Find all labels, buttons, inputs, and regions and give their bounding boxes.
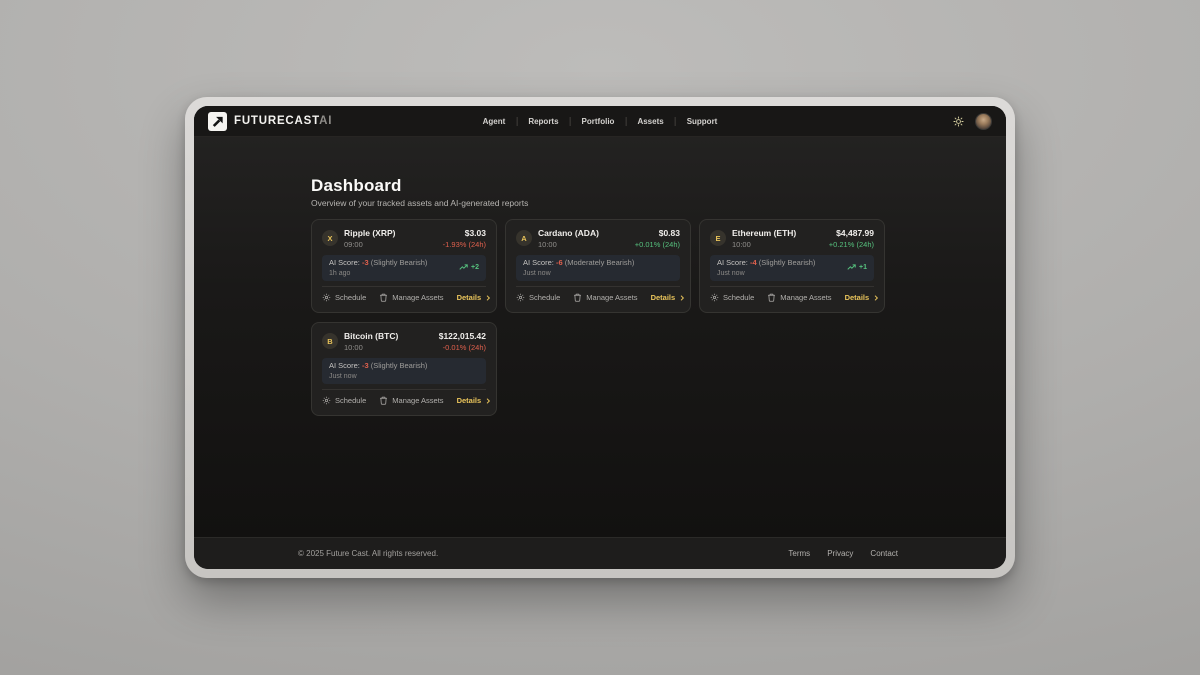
trash-icon bbox=[573, 293, 582, 302]
footer-link-contact[interactable]: Contact bbox=[870, 549, 898, 558]
top-bar: FUTURECASTAI Agent Reports Portfolio Ass… bbox=[194, 106, 1006, 137]
score-trend-badge: +2 bbox=[459, 263, 479, 272]
manage-assets-button[interactable]: Manage Assets bbox=[379, 396, 443, 405]
ai-score-updated: Just now bbox=[717, 270, 815, 277]
ai-score-label: AI Score: bbox=[523, 258, 554, 267]
asset-time: 10:00 bbox=[538, 240, 599, 249]
ai-score-label: AI Score: bbox=[329, 258, 360, 267]
ai-score-label: AI Score: bbox=[717, 258, 748, 267]
app-window: FUTURECASTAI Agent Reports Portfolio Ass… bbox=[185, 97, 1015, 578]
asset-card-bitcoin: B Bitcoin (BTC) 10:00 $122,015.42 -0.01%… bbox=[311, 322, 497, 416]
trash-icon bbox=[379, 396, 388, 405]
main-nav: Agent Reports Portfolio Assets Support bbox=[472, 106, 729, 136]
asset-name: Ripple (XRP) bbox=[344, 229, 395, 238]
app-screen: FUTURECASTAI Agent Reports Portfolio Ass… bbox=[194, 106, 1006, 569]
asset-name: Ethereum (ETH) bbox=[732, 229, 796, 238]
score-trend-badge: +1 bbox=[847, 263, 867, 272]
asset-name: Cardano (ADA) bbox=[538, 229, 599, 238]
gear-icon bbox=[322, 396, 331, 405]
ai-score-box: AI Score: -3 (Slightly Bearish) Just now bbox=[322, 358, 486, 384]
footer-link-terms[interactable]: Terms bbox=[788, 549, 810, 558]
ai-score-descriptor: (Slightly Bearish) bbox=[371, 258, 428, 267]
schedule-button[interactable]: Schedule bbox=[322, 396, 366, 405]
brand-name: FUTURECASTAI bbox=[234, 115, 332, 127]
ai-score-updated: Just now bbox=[523, 270, 634, 277]
asset-price: $122,015.42 bbox=[439, 332, 486, 341]
nav-item-portfolio[interactable]: Portfolio bbox=[571, 117, 626, 126]
nav-item-agent[interactable]: Agent bbox=[472, 117, 517, 126]
asset-price: $4,487.99 bbox=[829, 229, 874, 238]
ai-score-updated: Just now bbox=[329, 373, 427, 380]
ai-score-label: AI Score: bbox=[329, 361, 360, 370]
asset-change: +0.01% (24h) bbox=[635, 240, 680, 249]
ai-score-value: -3 bbox=[362, 258, 369, 267]
asset-card-ripple: X Ripple (XRP) 09:00 $3.03 -1.93% (24h) bbox=[311, 219, 497, 313]
details-button[interactable]: Details bbox=[457, 396, 493, 405]
chevron-right-icon bbox=[678, 294, 686, 302]
ai-score-descriptor: (Slightly Bearish) bbox=[371, 361, 428, 370]
manage-assets-button[interactable]: Manage Assets bbox=[573, 293, 637, 302]
asset-name: Bitcoin (BTC) bbox=[344, 332, 398, 341]
asset-card-ethereum: E Ethereum (ETH) 10:00 $4,487.99 +0.21% … bbox=[699, 219, 885, 313]
asset-initial-badge: B bbox=[322, 333, 338, 349]
ai-score-updated: 1h ago bbox=[329, 270, 427, 277]
schedule-button[interactable]: Schedule bbox=[322, 293, 366, 302]
footer-links: Terms Privacy Contact bbox=[788, 549, 898, 558]
nav-item-reports[interactable]: Reports bbox=[517, 117, 569, 126]
asset-initial-badge: X bbox=[322, 230, 338, 246]
schedule-button[interactable]: Schedule bbox=[516, 293, 560, 302]
ai-score-descriptor: (Slightly Bearish) bbox=[759, 258, 816, 267]
manage-assets-button[interactable]: Manage Assets bbox=[767, 293, 831, 302]
manage-assets-button[interactable]: Manage Assets bbox=[379, 293, 443, 302]
asset-card-grid: X Ripple (XRP) 09:00 $3.03 -1.93% (24h) bbox=[311, 219, 885, 416]
ai-score-box: AI Score: -6 (Moderately Bearish) Just n… bbox=[516, 255, 680, 281]
details-button[interactable]: Details bbox=[845, 293, 881, 302]
asset-price: $0.83 bbox=[635, 229, 680, 238]
main-content: Dashboard Overview of your tracked asset… bbox=[194, 137, 1006, 537]
ai-score-box: AI Score: -3 (Slightly Bearish) 1h ago +… bbox=[322, 255, 486, 281]
ai-score-box: AI Score: -4 (Slightly Bearish) Just now… bbox=[710, 255, 874, 281]
asset-time: 09:00 bbox=[344, 240, 395, 249]
nav-item-support[interactable]: Support bbox=[676, 117, 729, 126]
ai-score-descriptor: (Moderately Bearish) bbox=[565, 258, 635, 267]
details-button[interactable]: Details bbox=[651, 293, 687, 302]
copyright-text: © 2025 Future Cast. All rights reserved. bbox=[298, 549, 438, 558]
schedule-button[interactable]: Schedule bbox=[710, 293, 754, 302]
footer: © 2025 Future Cast. All rights reserved.… bbox=[194, 537, 1006, 569]
ai-score-value: -3 bbox=[362, 361, 369, 370]
asset-time: 10:00 bbox=[344, 343, 398, 352]
trash-icon bbox=[767, 293, 776, 302]
details-button[interactable]: Details bbox=[457, 293, 493, 302]
trending-up-icon bbox=[459, 263, 468, 272]
trash-icon bbox=[379, 293, 388, 302]
brand[interactable]: FUTURECASTAI bbox=[208, 112, 332, 131]
gear-icon bbox=[516, 293, 525, 302]
trending-up-icon bbox=[847, 263, 856, 272]
page-subtitle: Overview of your tracked assets and AI-g… bbox=[311, 198, 885, 208]
asset-price: $3.03 bbox=[443, 229, 486, 238]
page-title: Dashboard bbox=[311, 177, 885, 194]
gear-icon bbox=[322, 293, 331, 302]
asset-initial-badge: E bbox=[710, 230, 726, 246]
chevron-right-icon bbox=[484, 294, 492, 302]
asset-card-cardano: A Cardano (ADA) 10:00 $0.83 +0.01% (24h) bbox=[505, 219, 691, 313]
user-avatar[interactable] bbox=[975, 113, 992, 130]
asset-time: 10:00 bbox=[732, 240, 796, 249]
top-bar-right bbox=[953, 113, 992, 130]
asset-change: +0.21% (24h) bbox=[829, 240, 874, 249]
ai-score-value: -6 bbox=[556, 258, 563, 267]
asset-change: -0.01% (24h) bbox=[439, 343, 486, 352]
chevron-right-icon bbox=[872, 294, 880, 302]
chevron-right-icon bbox=[484, 397, 492, 405]
ai-score-value: -4 bbox=[750, 258, 757, 267]
asset-initial-badge: A bbox=[516, 230, 532, 246]
gear-icon bbox=[710, 293, 719, 302]
asset-change: -1.93% (24h) bbox=[443, 240, 486, 249]
nav-item-assets[interactable]: Assets bbox=[626, 117, 674, 126]
brand-logo-icon bbox=[208, 112, 227, 131]
theme-toggle-sun-icon[interactable] bbox=[953, 116, 964, 127]
footer-link-privacy[interactable]: Privacy bbox=[827, 549, 853, 558]
